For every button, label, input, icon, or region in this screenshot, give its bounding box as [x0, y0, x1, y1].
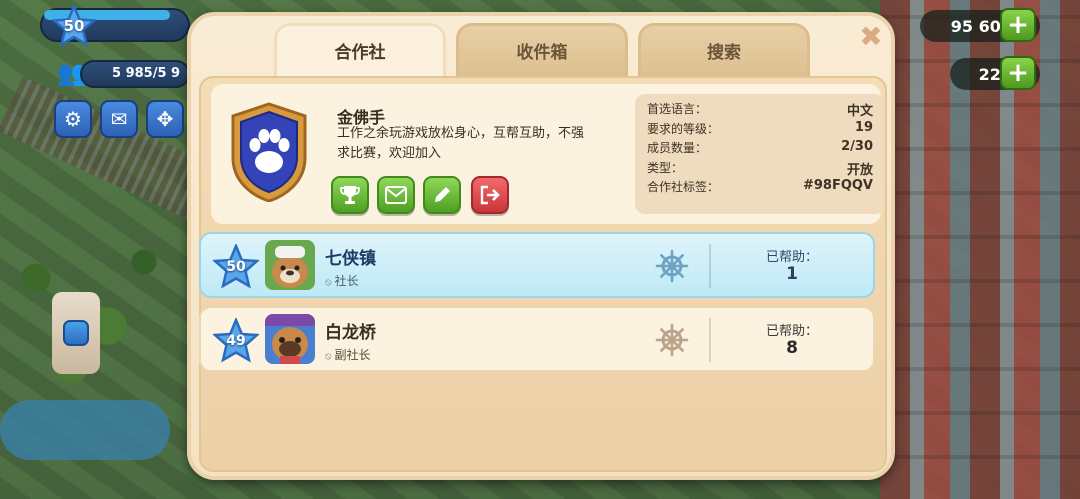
trophy-button[interactable]: [331, 176, 369, 214]
help-label: 已帮助：: [765, 250, 818, 265]
tab-inbox[interactable]: 收件箱: [456, 23, 628, 79]
stat-member-count: 成员数量： 2/30: [647, 139, 873, 156]
member-name: 白龙桥: [325, 323, 376, 343]
population-counter: 5 985/5 9: [80, 60, 190, 88]
coop-panel: 合作社 收件箱 搜索 ✖ 金佛手 工作之余玩游戏放松身心，互帮互助，不强求比赛，…: [187, 12, 895, 480]
exit-icon: [480, 185, 500, 205]
coop-description: 工作之余玩游戏放松身心，互帮互助，不强求比赛，欢迎加入: [337, 126, 585, 161]
chat-icon: [63, 320, 89, 346]
pug-avatar-icon: [265, 314, 315, 364]
level-star-badge[interactable]: 50: [52, 4, 96, 48]
member-level-badge: 50: [213, 244, 259, 290]
helm-icon[interactable]: [655, 323, 689, 357]
divider: [709, 244, 711, 288]
paw-icon: [231, 102, 307, 203]
mail-icon: ✉: [110, 107, 128, 131]
close-button[interactable]: ✖: [859, 23, 883, 51]
stat-language: 首选语言： 中文: [647, 102, 873, 119]
divider: [709, 318, 711, 362]
helm-icon[interactable]: [655, 249, 689, 283]
coop-content: 金佛手 工作之余玩游戏放松身心，互帮互助，不强求比赛，欢迎加入 首选语言： 中文…: [199, 76, 887, 472]
role-icon: ⦸: [325, 277, 332, 288]
tab-coop[interactable]: 合作社: [274, 23, 446, 79]
move-button[interactable]: ✥: [146, 100, 184, 138]
plus-icon: +: [1007, 58, 1029, 88]
member-avatar: [265, 314, 315, 364]
role-icon: ⦸: [325, 351, 332, 362]
chat-tab[interactable]: [52, 292, 100, 374]
help-label: 已帮助：: [765, 324, 818, 339]
bulldog-avatar-icon: [265, 240, 315, 290]
plus-icon: +: [1007, 10, 1029, 40]
mail-icon: [385, 186, 407, 204]
member-role: ⦸ 社长: [325, 274, 359, 288]
tab-search[interactable]: 搜索: [638, 23, 810, 79]
message-button[interactable]: [377, 176, 415, 214]
member-role: ⦸ 副社长: [325, 348, 371, 362]
close-icon: ✖: [859, 20, 883, 53]
coop-badge: [229, 102, 309, 203]
stat-type: 类型： 开放: [647, 160, 873, 178]
member-name: 七侠镇: [325, 249, 376, 269]
help-count: 1: [786, 264, 798, 284]
member-row[interactable]: 49 白龙桥 ⦸ 副社长 已帮助： 8: [199, 306, 875, 372]
gear-icon: ⚙: [64, 107, 82, 131]
add-coins-button[interactable]: +: [1000, 8, 1036, 42]
river-decoration: [0, 400, 170, 460]
level-number: 50: [63, 17, 85, 35]
stat-tag: 合作社标签： #98FQQV: [647, 178, 873, 195]
trophy-icon: [340, 186, 360, 204]
coop-stats: 首选语言： 中文 要求的等级： 19 成员数量： 2/30 类型： 开放 合作社标签： #…: [635, 94, 885, 214]
stat-required-level: 要求的等级： 19: [647, 119, 873, 136]
pencil-icon: [435, 187, 450, 202]
coop-info: 金佛手 工作之余玩游戏放松身心，互帮互助，不强求比赛，欢迎加入 首选语言： 中文…: [211, 84, 885, 224]
member-row[interactable]: 50 七侠镇 ⦸ 社长 已帮助： 1: [199, 232, 875, 298]
settings-button[interactable]: ⚙: [54, 100, 92, 138]
leave-button[interactable]: [471, 176, 509, 214]
member-avatar: [265, 240, 315, 290]
add-cash-button[interactable]: +: [1000, 56, 1036, 90]
mail-button[interactable]: ✉: [100, 100, 138, 138]
help-count: 8: [786, 338, 798, 358]
member-level-badge: 49: [213, 318, 259, 364]
edit-button[interactable]: [423, 176, 461, 214]
move-icon: ✥: [156, 107, 174, 131]
